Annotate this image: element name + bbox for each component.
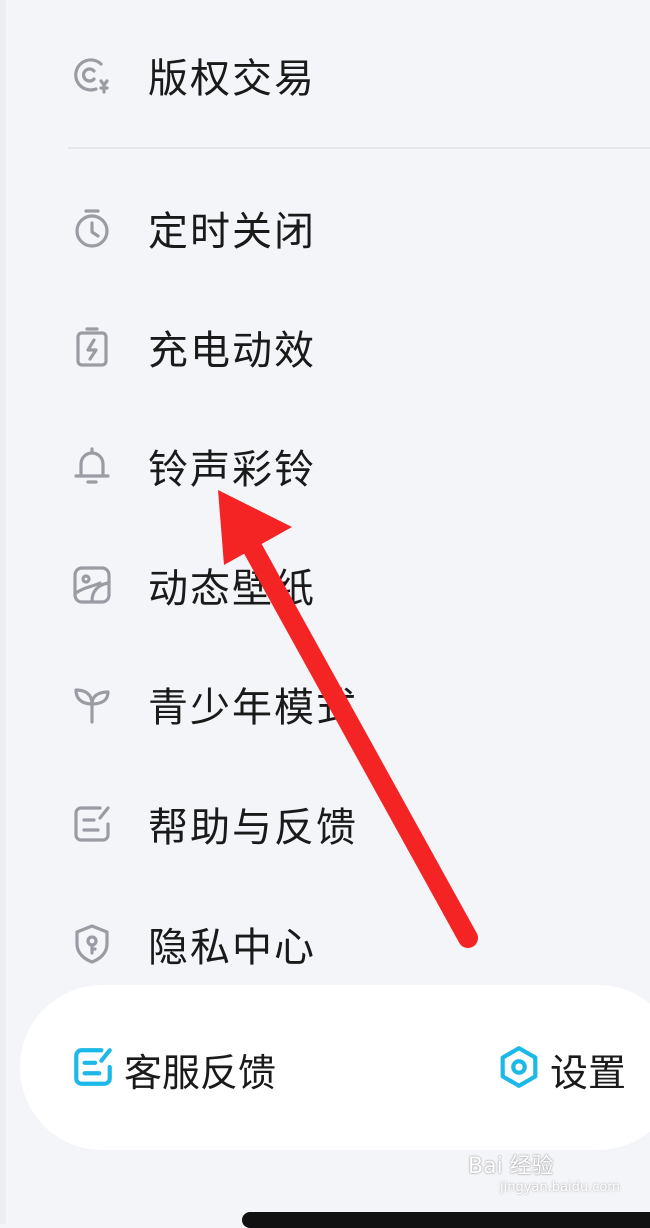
menu-item-label: 版权交易 xyxy=(148,56,316,102)
menu-item-label: 定时关闭 xyxy=(148,209,316,255)
menu-item-label: 动态壁纸 xyxy=(148,566,316,612)
settings-label: 设置 xyxy=(550,1050,627,1095)
feedback-icon xyxy=(70,802,114,846)
menu-item-copyright-trading[interactable]: 版权交易 xyxy=(70,35,630,115)
customer-service-button[interactable]: 客服反馈 xyxy=(70,1043,276,1095)
menu-item-label: 隐私中心 xyxy=(148,925,316,971)
menu-item-help-feedback[interactable]: 帮助与反馈 xyxy=(70,784,630,864)
section-divider xyxy=(68,147,650,149)
menu-item-live-wallpaper[interactable]: 动态壁纸 xyxy=(70,545,630,625)
settings-button[interactable]: 设置 xyxy=(496,1043,626,1095)
menu-item-teen-mode[interactable]: 青少年模式 xyxy=(70,664,630,744)
feedback-icon xyxy=(70,1044,116,1094)
menu-item-ringtone[interactable]: 铃声彩铃 xyxy=(70,426,630,506)
menu-item-privacy-center[interactable]: 隐私中心 xyxy=(70,904,630,984)
wallpaper-icon xyxy=(70,563,114,607)
menu-item-charging-animation[interactable]: 充电动效 xyxy=(70,307,630,387)
menu-item-label: 青少年模式 xyxy=(148,685,358,731)
menu-item-label: 充电动效 xyxy=(148,328,316,374)
menu-item-label: 帮助与反馈 xyxy=(148,805,358,851)
bell-icon xyxy=(70,444,114,488)
customer-service-label: 客服反馈 xyxy=(124,1050,277,1095)
baidu-watermark-url: jingyan.baidu.com xyxy=(500,1180,620,1195)
copyright-icon xyxy=(70,53,114,97)
menu-item-sleep-timer[interactable]: 定时关闭 xyxy=(70,188,630,268)
timer-icon xyxy=(70,206,114,250)
drawer-edge xyxy=(0,0,6,1224)
menu-item-label: 铃声彩铃 xyxy=(148,447,316,493)
charging-icon xyxy=(70,325,114,369)
sprout-icon xyxy=(70,682,114,726)
gear-icon xyxy=(496,1044,542,1094)
privacy-shield-icon xyxy=(70,922,114,966)
home-indicator[interactable] xyxy=(242,1212,650,1228)
baidu-watermark: Bai 经验 xyxy=(468,1154,554,1179)
